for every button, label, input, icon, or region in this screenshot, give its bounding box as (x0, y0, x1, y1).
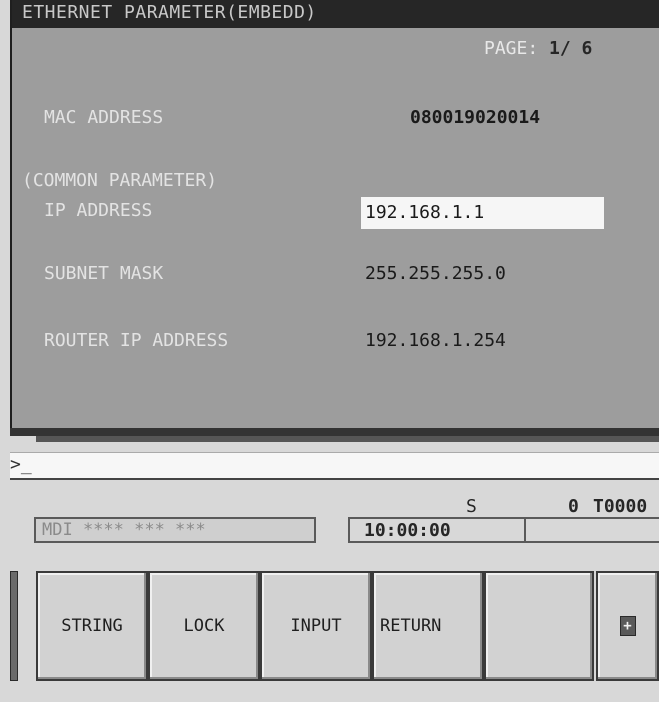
ethernet-parameter-panel: ETHERNET PARAMETER(EMBEDD) PAGE: 1/ 6 MA… (10, 0, 659, 430)
softkey-return[interactable]: RETURN (372, 571, 484, 681)
spindle-label: S (466, 496, 477, 517)
clock-box: 10:00:00 (350, 517, 526, 543)
clock-time: 10:00:00 (364, 520, 451, 541)
softkey-input-label: INPUT (290, 616, 342, 636)
mac-address-label: MAC ADDRESS (44, 107, 164, 128)
mode-status-box: MDI **** *** *** (34, 517, 316, 543)
page-current: 1 (549, 38, 560, 59)
softkey-string-label: STRING (61, 616, 123, 636)
plus-icon: + (619, 616, 636, 636)
router-ip-value[interactable]: 192.168.1.254 (365, 330, 506, 351)
mac-address-value: 080019020014 (410, 107, 541, 128)
spindle-value: 0 (568, 496, 579, 517)
router-ip-label: ROUTER IP ADDRESS (44, 330, 229, 351)
key-in-buffer[interactable]: >_ (10, 452, 659, 480)
panel-bottom-shadow (36, 436, 659, 442)
subnet-mask-value[interactable]: 255.255.255.0 (365, 263, 506, 284)
key-in-prompt: >_ (10, 454, 32, 475)
page-indicator: PAGE: 1/ 6 (484, 38, 592, 59)
ip-address-field[interactable]: 192.168.1.1 (361, 197, 604, 229)
subnet-mask-label: SUBNET MASK (44, 263, 164, 284)
mode-status-text: MDI **** *** *** (42, 520, 206, 540)
tool-number: T0000 (593, 496, 648, 517)
section-header-common: (COMMON PARAMETER) (22, 170, 218, 191)
softkey-lock-label: LOCK (183, 616, 225, 636)
softkey-input[interactable]: INPUT (260, 571, 372, 681)
panel-bottom-edge (10, 428, 659, 436)
page-total: / 6 (559, 38, 593, 59)
page-label: PAGE: (484, 38, 539, 59)
ip-address-label: IP ADDRESS (44, 200, 153, 221)
softkey-next-menu[interactable]: + (596, 571, 659, 681)
softkey-lock[interactable]: LOCK (148, 571, 260, 681)
screen-title: ETHERNET PARAMETER(EMBEDD) (22, 2, 317, 23)
softkey-string[interactable]: STRING (36, 571, 148, 681)
softkey-return-label: RETURN (380, 616, 442, 636)
title-bar: ETHERNET PARAMETER(EMBEDD) (12, 0, 659, 28)
softkey-blank[interactable] (484, 571, 594, 681)
status-trailing-box (526, 517, 659, 543)
softkey-left-return-key[interactable] (10, 571, 18, 681)
